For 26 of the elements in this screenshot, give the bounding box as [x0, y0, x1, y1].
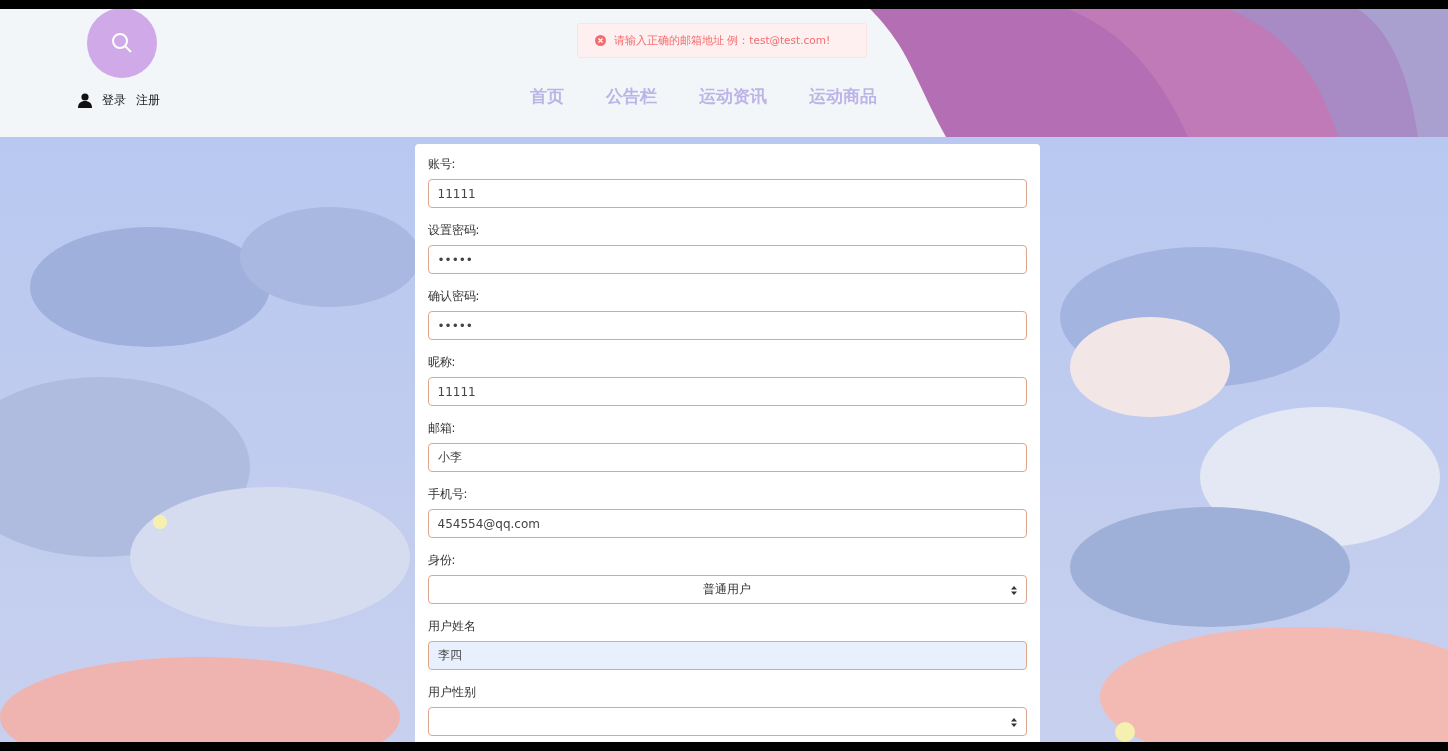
up-down-caret-icon [1010, 586, 1017, 595]
auth-link[interactable]: 注册 [136, 92, 160, 109]
field-label: 设置密码: [427, 222, 481, 238]
input-field[interactable]: ••••• [427, 245, 1027, 274]
select-field[interactable]: 普通用户 [427, 575, 1027, 604]
field-label: 账号: [427, 156, 457, 172]
field-label: 昵称: [427, 354, 457, 370]
select-field[interactable] [427, 707, 1027, 736]
input-field[interactable]: 454554@qq.com [427, 509, 1027, 538]
field-label: 用户性别 [427, 684, 477, 700]
auth-link[interactable]: 登录 [102, 92, 126, 109]
error-icon [595, 35, 606, 46]
input-field[interactable]: 小李 [427, 443, 1027, 472]
input-field[interactable]: 11111 [427, 377, 1027, 406]
field-label: 确认密码: [427, 288, 481, 304]
field-label: 邮箱: [427, 420, 457, 436]
field-label: 用户姓名 [427, 618, 477, 634]
search-icon [110, 31, 134, 55]
field-label: 身份: [427, 552, 457, 568]
input-field[interactable]: ••••• [427, 311, 1027, 340]
field-label: 手机号: [427, 486, 469, 502]
up-down-caret-icon [1010, 718, 1017, 727]
input-field[interactable]: 11111 [427, 179, 1027, 208]
input-field[interactable]: 李四 [427, 641, 1027, 670]
user-icon [78, 93, 92, 108]
toast-message: 请输入正确的邮箱地址 例：test@test.com! [614, 33, 831, 48]
